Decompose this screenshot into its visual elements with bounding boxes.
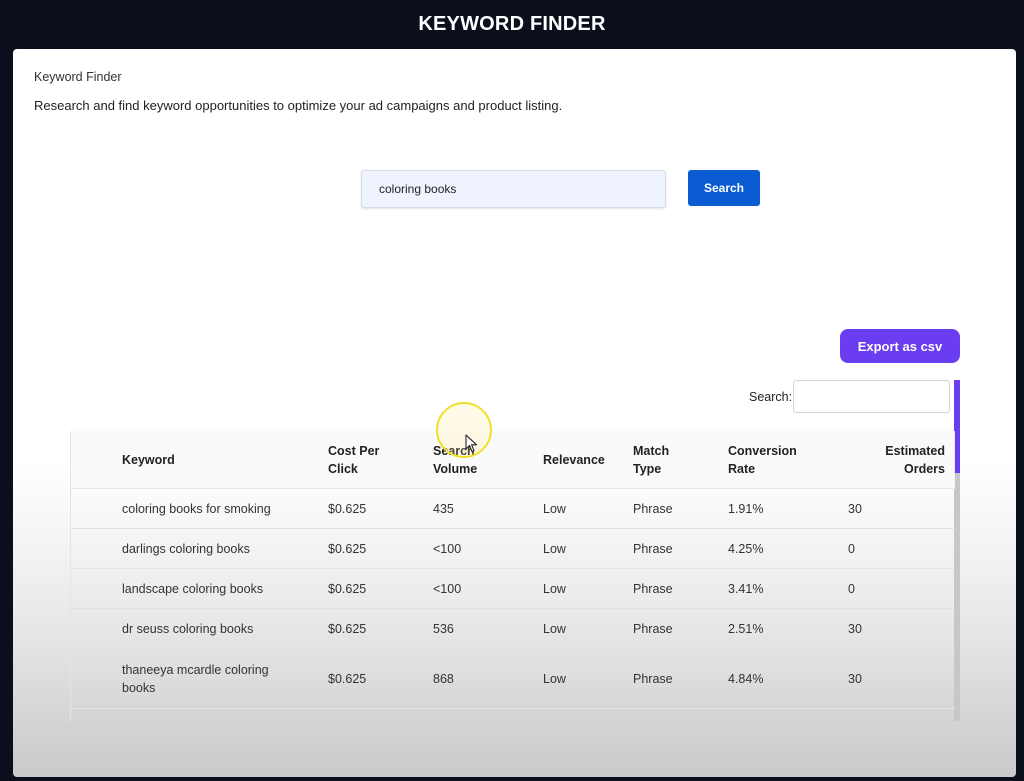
column-header-keyword[interactable]: Keyword [71, 431, 328, 489]
cell-conversion-rate: 3.41% [728, 568, 848, 609]
cell-match-type: Phrase [633, 488, 728, 529]
top-bar: KEYWORD FINDER [0, 0, 1024, 48]
cell-search-volume: <100 [433, 528, 543, 569]
column-header-conversion-rate[interactable]: Conversion Rate [728, 431, 848, 489]
cell-cost-per-click: $0.625 [328, 528, 433, 569]
cell-match-type: Phrase [633, 648, 728, 709]
cell-conversion-rate: 2.51% [728, 608, 848, 649]
table-row[interactable]: thaneeya mcardle coloring books $0.625 86… [71, 648, 955, 709]
export-csv-button[interactable]: Export as csv [840, 329, 960, 363]
column-header-relevance[interactable]: Relevance [543, 431, 633, 489]
column-header-cost-per-click[interactable]: Cost Per Click [328, 431, 433, 489]
cell-search-volume: 868 [433, 648, 543, 709]
cursor-highlight [436, 402, 492, 458]
table-row[interactable]: landscape coloring books $0.625 <100 Low… [71, 568, 955, 609]
cell-estimated-orders: 30 [848, 648, 955, 709]
cell-cost-per-click: $0.625 [328, 568, 433, 609]
column-header-match-type[interactable]: Match Type [633, 431, 728, 489]
cell-keyword: dr seuss coloring books [71, 608, 328, 649]
table-header-row: Keyword Cost Per Click Search Volume Relev… [71, 431, 955, 489]
keyword-search-input[interactable] [361, 170, 666, 208]
cell-match-type: Phrase [633, 608, 728, 649]
table-search-label: Search: [749, 390, 793, 404]
table-search-input[interactable] [793, 380, 950, 413]
cell-keyword: coloring books for smoking [71, 488, 328, 529]
cell-keyword: landscape coloring books [71, 568, 328, 609]
search-button[interactable]: Search [688, 170, 760, 206]
cell-cost-per-click: $0.625 [328, 648, 433, 709]
table-row[interactable]: coloring books for smoking $0.625 435 Lo… [71, 488, 955, 529]
table-row[interactable]: darlings coloring books $0.625 <100 Low … [71, 528, 955, 569]
cell-estimated-orders: 0 [848, 528, 955, 569]
cell-estimated-orders: 0 [848, 568, 955, 609]
page-description: Research and find keyword opportunities … [34, 98, 563, 113]
table-row[interactable]: dr seuss coloring books $0.625 536 Low P… [71, 608, 955, 649]
cell-match-type: Phrase [633, 568, 728, 609]
cell-relevance: Low [543, 528, 633, 569]
cell-keyword: thaneeya mcardle coloring books [71, 648, 328, 709]
cell-search-volume: 435 [433, 488, 543, 529]
cell-cost-per-click: $0.625 [328, 608, 433, 649]
app-title: KEYWORD FINDER [418, 12, 606, 35]
cell-keyword: darlings coloring books [71, 528, 328, 569]
cursor-icon [465, 434, 478, 458]
cell-estimated-orders: 30 [848, 608, 955, 649]
cell-search-volume: 536 [433, 608, 543, 649]
cell-relevance: Low [543, 648, 633, 709]
main-panel: Keyword Finder Research and find keyword… [13, 49, 1016, 777]
cell-match-type: Phrase [633, 528, 728, 569]
cell-search-volume: <100 [433, 568, 543, 609]
cell-conversion-rate: 4.25% [728, 528, 848, 569]
cell-cost-per-click: $0.625 [328, 488, 433, 529]
cell-relevance: Low [543, 568, 633, 609]
cell-conversion-rate: 1.91% [728, 488, 848, 529]
keyword-table: Keyword Cost Per Click Search Volume Relev… [70, 431, 955, 721]
cell-relevance: Low [543, 488, 633, 529]
cell-conversion-rate: 4.84% [728, 648, 848, 709]
breadcrumb: Keyword Finder [34, 70, 122, 84]
column-header-estimated-orders[interactable]: Estimated Orders [848, 431, 955, 489]
cell-relevance: Low [543, 608, 633, 649]
cell-estimated-orders: 30 [848, 488, 955, 529]
